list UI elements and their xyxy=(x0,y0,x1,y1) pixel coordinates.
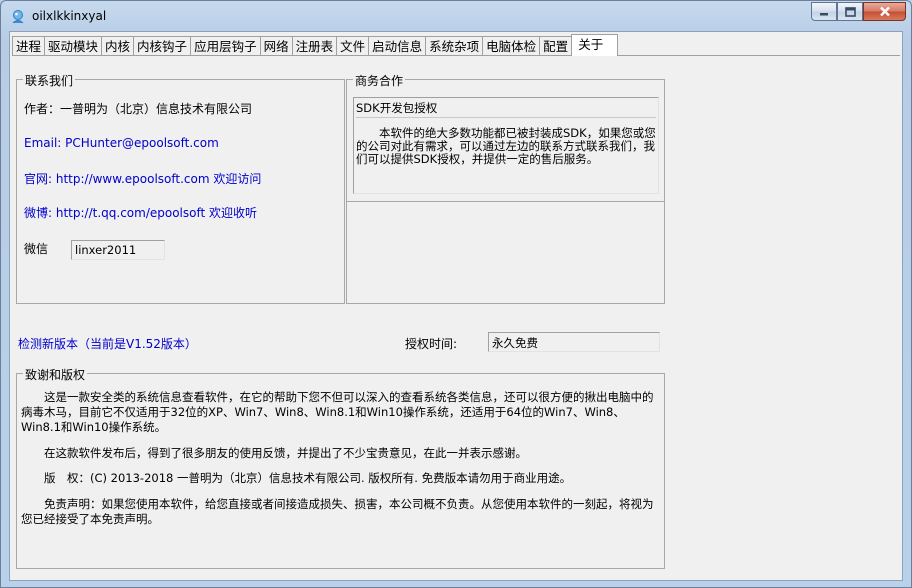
client-area: 进程 驱动模块 内核 内核钩子 应用层钩子 网络 注册表 文件 启动信息 系统杂… xyxy=(9,31,903,581)
weibo-link[interactable]: 微博: http://t.qq.com/epoolsoft 欢迎收听 xyxy=(24,204,257,221)
sdk-panel-title: SDK开发包授权 xyxy=(356,100,656,118)
business-group-title: 商务合作 xyxy=(353,72,406,89)
license-time-label: 授权时间: xyxy=(405,337,458,351)
tab-pc-checkup[interactable]: 电脑体检 xyxy=(482,36,541,56)
tab-startup-info[interactable]: 启动信息 xyxy=(368,36,427,56)
close-icon xyxy=(879,6,890,17)
tab-network[interactable]: 网络 xyxy=(259,36,293,56)
wechat-field[interactable]: linxer2011 xyxy=(71,240,165,260)
license-time-field[interactable]: 永久免费 xyxy=(488,332,660,352)
business-divider xyxy=(347,201,664,202)
tab-registry[interactable]: 注册表 xyxy=(291,36,338,56)
check-update-link[interactable]: 检测新版本（当前是V1.52版本） xyxy=(18,335,197,352)
tab-driver-modules[interactable]: 驱动模块 xyxy=(44,36,103,56)
wechat-label: 微信 xyxy=(24,242,49,256)
thanks-group: 致谢和版权 这是一款安全类的系统信息查看软件，在它的帮助下您不但可以深入的查看系… xyxy=(16,366,665,569)
title-bar[interactable]: oilxlkkinxyal xyxy=(1,1,911,31)
tab-strip: 进程 驱动模块 内核 内核钩子 应用层钩子 网络 注册表 文件 启动信息 系统杂… xyxy=(12,34,619,56)
app-window: oilxlkkinxyal 进程 驱动模块 内核 内核钩子 应用层钩子 网络 注… xyxy=(0,0,912,588)
email-link[interactable]: Email: PCHunter@epoolsoft.com xyxy=(24,136,219,150)
app-icon xyxy=(12,10,24,24)
tab-kernel[interactable]: 内核 xyxy=(101,36,135,56)
tab-process[interactable]: 进程 xyxy=(12,36,46,56)
minimize-icon xyxy=(820,12,828,15)
author-text: 作者：一普明为（北京）信息技术有限公司 xyxy=(24,102,253,116)
tab-kernel-hooks[interactable]: 内核钩子 xyxy=(133,36,192,56)
maximize-button[interactable] xyxy=(837,2,863,21)
minimize-button[interactable] xyxy=(811,2,837,21)
intro-paragraph: 这是一款安全类的系统信息查看软件，在它的帮助下您不但可以深入的查看系统各类信息，… xyxy=(21,390,654,434)
copyright-paragraph: 版 权：(C) 2013-2018 一普明为（北京）信息技术有限公司. 版权所有… xyxy=(44,471,572,485)
caption-buttons xyxy=(811,2,906,21)
tab-about[interactable]: 关于 xyxy=(571,34,619,56)
contact-group-title: 联系我们 xyxy=(23,72,76,89)
tab-file[interactable]: 文件 xyxy=(336,36,370,56)
tab-config[interactable]: 配置 xyxy=(539,36,573,56)
about-page: 联系我们 作者：一普明为（北京）信息技术有限公司 Email: PCHunter… xyxy=(12,55,900,578)
maximize-icon xyxy=(844,6,856,17)
window-title: oilxlkkinxyal xyxy=(32,9,107,23)
website-link[interactable]: 官网: http://www.epoolsoft.com 欢迎访问 xyxy=(24,170,261,187)
close-button[interactable] xyxy=(863,2,906,21)
thanks-group-title: 致谢和版权 xyxy=(23,366,88,383)
sdk-panel-text: 本软件的绝大多数功能都已被封装成SDK，如果您或您的公司对此有需求，可以通过左边… xyxy=(356,126,656,166)
business-group: 商务合作 SDK开发包授权 本软件的绝大多数功能都已被封装成SDK，如果您或您的… xyxy=(346,72,665,304)
sdk-panel: SDK开发包授权 本软件的绝大多数功能都已被封装成SDK，如果您或您的公司对此有… xyxy=(353,97,659,194)
tab-system-misc[interactable]: 系统杂项 xyxy=(425,36,484,56)
contact-group: 联系我们 作者：一普明为（北京）信息技术有限公司 Email: PCHunter… xyxy=(16,72,345,304)
tab-user-hooks[interactable]: 应用层钩子 xyxy=(190,36,261,56)
thanks-paragraph: 在这款软件发布后，得到了很多朋友的使用反馈，并提出了不少宝贵意见，在此一并表示感… xyxy=(44,446,527,460)
disclaimer-paragraph: 免责声明：如果您使用本软件，给您直接或者间接造成损失、损害，本公司概不负责。从您… xyxy=(21,497,654,526)
